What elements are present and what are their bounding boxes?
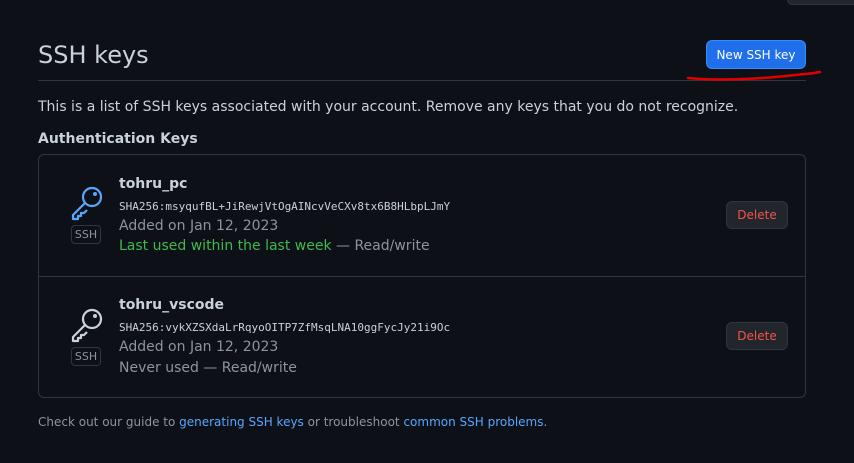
key-title: tohru_vscode xyxy=(119,297,225,313)
key-icon xyxy=(71,186,103,221)
footer-middle: or troubleshoot xyxy=(303,415,404,429)
footer-help-text: Check out our guide to generating SSH ke… xyxy=(38,415,547,429)
key-added-date: Added on Jan 12, 2023 xyxy=(119,218,279,234)
new-ssh-key-button[interactable]: New SSH key xyxy=(706,40,806,69)
keys-list: SSH tohru_pc SHA256:msyqufBL+JiRewjVtOgA… xyxy=(38,154,806,398)
key-row: SSH tohru_vscode SHA256:vykXZSXdaLrRqyoO… xyxy=(39,277,805,398)
footer-suffix: . xyxy=(543,415,548,429)
key-fingerprint: SHA256:vykXZSXdaLrRqyoOITP7ZfMsqLNA10ggF… xyxy=(119,321,451,334)
ssh-badge: SSH xyxy=(71,225,101,244)
section-title: Authentication Keys xyxy=(38,131,198,147)
key-title: tohru_pc xyxy=(119,176,188,192)
key-icon xyxy=(71,308,103,343)
delete-key-button[interactable]: Delete xyxy=(726,322,788,350)
access-text: — Read/write xyxy=(331,238,430,254)
key-usage: Last used within the last week — Read/wr… xyxy=(119,238,430,254)
top-corner-button[interactable] xyxy=(787,0,854,5)
page-title: SSH keys xyxy=(38,41,149,69)
key-added-date: Added on Jan 12, 2023 xyxy=(119,339,279,355)
red-underline-annotation xyxy=(686,70,822,81)
ssh-badge: SSH xyxy=(71,347,101,366)
key-fingerprint: SHA256:msyqufBL+JiRewjVtOgAINcvVeCXv8tx6… xyxy=(119,200,451,213)
delete-key-button[interactable]: Delete xyxy=(726,201,788,229)
key-row: SSH tohru_pc SHA256:msyqufBL+JiRewjVtOgA… xyxy=(39,155,805,277)
footer-prefix: Check out our guide to xyxy=(38,415,180,429)
key-usage: Never used — Read/write xyxy=(119,360,297,376)
last-used-text: Last used within the last week xyxy=(119,238,332,254)
common-ssh-problems-link[interactable]: common SSH problems xyxy=(403,415,543,429)
intro-text: This is a list of SSH keys associated wi… xyxy=(38,99,739,115)
generating-ssh-keys-link[interactable]: generating SSH keys xyxy=(179,415,304,429)
